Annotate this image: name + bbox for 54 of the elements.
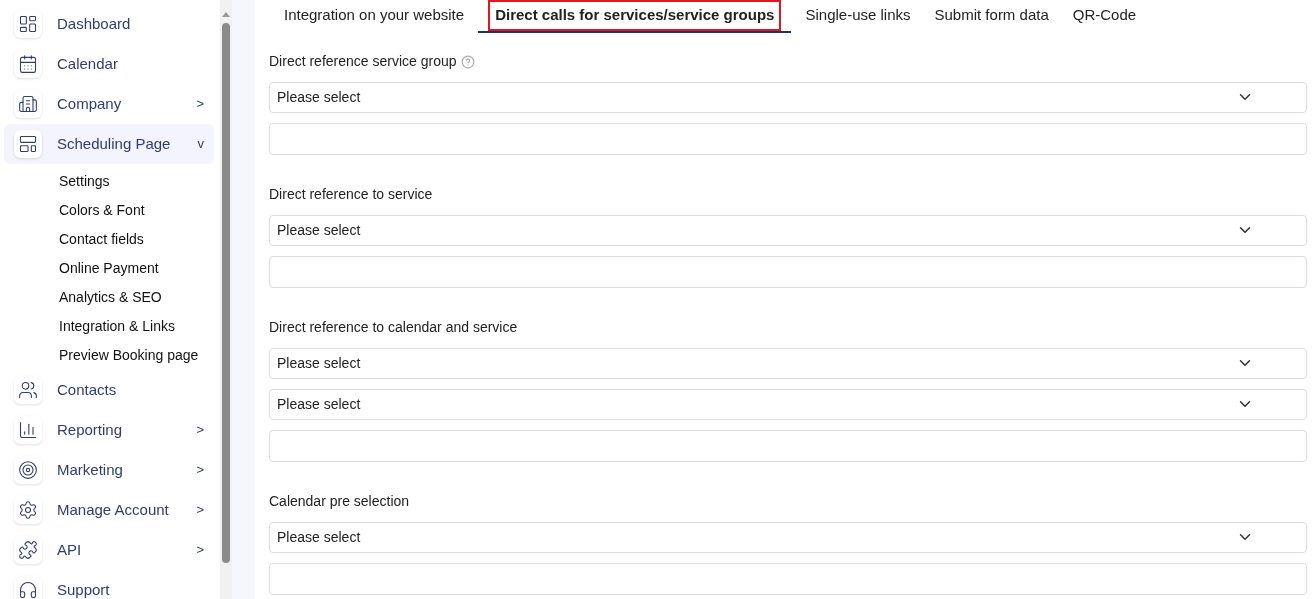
input-field[interactable] [269,122,1307,155]
submenu-item[interactable]: Analytics & SEO [4,283,214,312]
sidebar-item[interactable]: API > [4,530,214,570]
chevron-icon: > [196,420,204,440]
help-icon[interactable] [460,54,475,69]
tab[interactable]: Integration on your website [274,0,475,33]
sidebar-item[interactable]: Calendar [4,44,214,84]
input-field[interactable] [269,562,1307,595]
sidebar-item[interactable]: Marketing > [4,450,214,490]
gear-icon [18,500,38,520]
sidebar-item[interactable]: Reporting > [4,410,214,450]
submenu-item[interactable]: Colors & Font [4,196,214,225]
tab[interactable]: Single-use links [795,0,921,33]
tab[interactable]: QR-Code [1062,0,1147,33]
select-field[interactable]: Please select [269,347,1307,379]
scroll-up-icon[interactable] [222,12,230,17]
submenu-item[interactable]: Online Payment [4,254,214,283]
target-icon [18,460,38,480]
scrollbar[interactable] [220,0,232,599]
chevron-icon: > [196,460,204,480]
puzzle-icon [18,540,38,560]
input-field[interactable] [269,429,1307,462]
sidebar-item[interactable]: Manage Account > [4,490,214,530]
sidebar-item[interactable]: Company > [4,84,214,124]
chevron-icon: v [197,134,204,154]
field-label: Direct reference service group [269,52,457,71]
dashboard-icon [18,14,38,34]
calendar-icon [18,54,38,74]
submenu-item[interactable]: Settings [4,167,214,196]
headset-icon [18,580,38,599]
input-field[interactable] [269,255,1307,288]
layout-icon [18,134,38,154]
sidebar-item[interactable]: Scheduling Page v [4,124,214,164]
submenu-item[interactable]: Integration & Links [4,312,214,341]
sidebar-item[interactable]: Dashboard [4,4,214,44]
chevron-icon: > [196,540,204,560]
select-field[interactable]: Please select [269,81,1307,113]
select-field[interactable]: Please select [269,388,1307,420]
people-icon [18,380,38,400]
submenu-item[interactable]: Contact fields [4,225,214,254]
building-icon [18,94,38,114]
scrollbar-thumb[interactable] [222,23,230,563]
field-label: Calendar pre selection [269,492,410,511]
sidebar-item[interactable]: Contacts [4,370,214,410]
select-field[interactable]: Please select [269,521,1307,553]
select-field[interactable]: Please select [269,214,1307,246]
chevron-icon: > [196,500,204,520]
field-label: Direct reference to calendar and service [269,318,518,337]
chevron-icon: > [196,94,204,114]
bar-chart-icon [18,420,38,440]
submenu-item[interactable]: Preview Booking page [4,341,214,370]
tab[interactable]: Submit form data [924,0,1059,33]
sidebar-item[interactable]: Support [4,570,214,599]
field-label: Direct reference to service [269,185,433,204]
